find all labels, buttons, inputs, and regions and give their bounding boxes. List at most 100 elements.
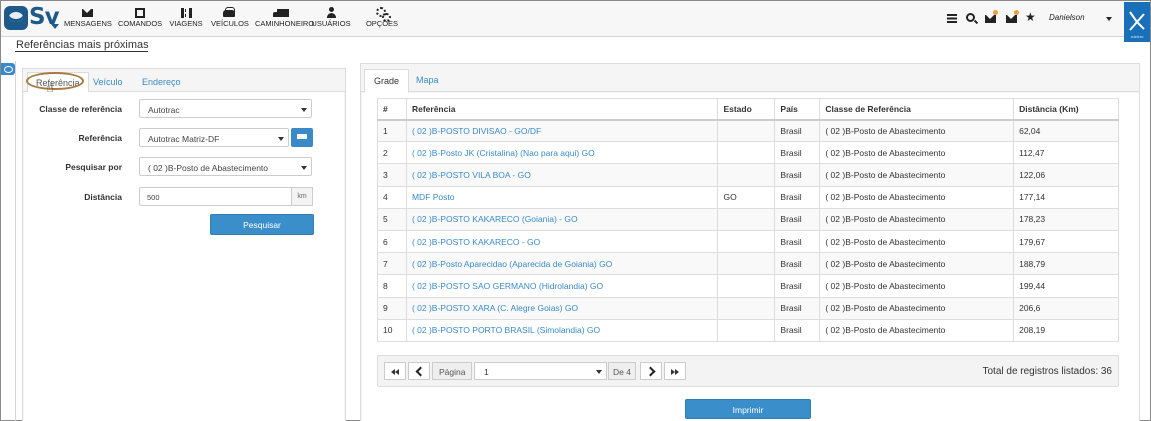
cell-distancia: 177,14: [1013, 185, 1119, 209]
nav-caminhoneiro[interactable]: CAMINHONEIRO: [255, 6, 314, 32]
cell-pais: Brasil: [774, 118, 821, 143]
cell-referencia[interactable]: ( 02 )B-POSTO SAO GERMANO (Hidrolandia) …: [405, 274, 719, 298]
cell-classe: ( 02 )B-Posto de Abastecimento: [819, 229, 1015, 254]
cell-distancia: 179,67: [1013, 229, 1119, 254]
col-pais[interactable]: País: [774, 98, 821, 121]
brand-logo: autotrac: [1124, 2, 1150, 42]
cell-pais: Brasil: [774, 163, 821, 187]
envelope-icon: [81, 9, 93, 17]
table-row[interactable]: 2( 02 )B-Posto JK (Cristalina) (Nao para…: [377, 141, 1119, 165]
page-count: De 4: [608, 362, 636, 380]
col-distancia[interactable]: Distância (Km): [1013, 98, 1119, 121]
col-estado[interactable]: Estado: [717, 98, 776, 121]
cell-referencia[interactable]: MDF Posto: [405, 185, 719, 209]
cell-referencia[interactable]: ( 02 )B-POSTO KAKARECO - GO: [405, 229, 719, 254]
results-table: # Referência Estado País Classe de Refer…: [377, 98, 1119, 342]
next-page-button[interactable]: [640, 362, 662, 380]
table-row[interactable]: 8( 02 )B-POSTO SAO GERMANO (Hidrolandia)…: [377, 274, 1119, 298]
classe-label: Classe de referência: [39, 104, 122, 114]
table-row[interactable]: 5( 02 )B-POSTO KAKARECO (Goiania) - GO Br…: [377, 207, 1119, 231]
nav-opcoes-label: OPÇÕES: [365, 19, 399, 28]
search-button[interactable]: [966, 12, 978, 24]
nav-veiculos[interactable]: VEÍCULOS: [211, 6, 249, 32]
nav-usuarios[interactable]: USUÁRIOS: [306, 6, 356, 32]
tab-grade[interactable]: Grade: [364, 69, 410, 93]
col-index[interactable]: #: [377, 98, 407, 121]
nav-viagens[interactable]: VIAGENS: [169, 6, 203, 32]
chevron-down-icon: [278, 137, 284, 141]
tab-endereco[interactable]: Endereço: [134, 72, 189, 93]
brand-text: autotrac: [1130, 35, 1144, 39]
road-icon: [180, 8, 192, 18]
nav-comandos[interactable]: COMANDOS: [118, 6, 162, 32]
table-row[interactable]: 9( 02 )B-POSTO XARA (C. Alegre Goias) GO…: [377, 296, 1119, 320]
app-logo[interactable]: Sv: [4, 4, 60, 34]
cell-estado: [717, 296, 776, 320]
table-row[interactable]: 4 MDF Posto GO Brasil( 02 )B-Posto de Abast…: [377, 185, 1119, 209]
notifications-button[interactable]: [1006, 10, 1019, 24]
cell-distancia: 199,44: [1013, 274, 1119, 298]
col-classe[interactable]: Classe de Referência: [819, 98, 1015, 121]
pesquisar-select[interactable]: ( 02 )B-Posto de Abastecimento: [139, 157, 312, 176]
nav-mensagens-label: MENSAGENS: [64, 19, 112, 28]
grid-view: # Referência Estado País Classe de Refer…: [362, 93, 1139, 421]
cell-index: 9: [377, 296, 407, 320]
table-row[interactable]: 1( 02 )B-POSTO DIVISAO - GO/DF Brasil( 02…: [377, 118, 1119, 143]
cell-index: 8: [377, 274, 407, 298]
cell-distancia: 208,19: [1013, 318, 1119, 342]
cell-pais: Brasil: [774, 252, 821, 276]
cell-distancia: 112,47: [1013, 141, 1119, 165]
cell-referencia[interactable]: ( 02 )B-POSTO VILA BOA - GO: [405, 163, 719, 187]
nav-mensagens[interactable]: MENSAGENS: [64, 6, 112, 32]
pesquisar-button[interactable]: Pesquisar: [210, 214, 314, 235]
distancia-input[interactable]: 500: [139, 187, 291, 206]
distancia-unit: km: [291, 187, 313, 206]
page-title: Referências mais próximas: [16, 39, 149, 51]
cell-classe: ( 02 )B-Posto de Abastecimento: [819, 252, 1015, 276]
user-name[interactable]: Danielson: [1049, 13, 1085, 22]
cell-classe: ( 02 )B-Posto de Abastecimento: [819, 207, 1015, 231]
cell-referencia[interactable]: ( 02 )B-POSTO DIVISAO - GO/DF: [405, 118, 719, 143]
user-dropdown-icon[interactable]: [1106, 17, 1112, 21]
table-row[interactable]: 7( 02 )B-Posto Aparecidao (Aparecida de …: [377, 252, 1119, 276]
imprimir-button[interactable]: Imprimir: [685, 399, 811, 419]
cell-classe: ( 02 )B-Posto de Abastecimento: [819, 296, 1015, 320]
distancia-label: Distância: [84, 192, 122, 202]
tab-veiculo[interactable]: Veículo: [85, 72, 131, 93]
table-row[interactable]: 10( 02 )B-POSTO PORTO BRASIL (Simolandia…: [377, 318, 1119, 342]
table-row[interactable]: 6( 02 )B-POSTO KAKARECO - GO Brasil( 02 )…: [377, 229, 1119, 254]
cell-referencia[interactable]: ( 02 )B-POSTO XARA (C. Alegre Goias) GO: [405, 296, 719, 320]
prev-page-button[interactable]: [408, 362, 430, 380]
cell-referencia[interactable]: ( 02 )B-POSTO PORTO BRASIL (Simolandia) …: [405, 318, 719, 342]
list-button[interactable]: [947, 12, 959, 24]
cell-referencia[interactable]: ( 02 )B-Posto Aparecidao (Aparecida de G…: [405, 252, 719, 276]
cell-classe: ( 02 )B-Posto de Abastecimento: [819, 274, 1015, 298]
nav-viagens-label: VIAGENS: [169, 19, 203, 28]
chevron-down-icon: [301, 108, 307, 112]
eye-toggle-icon[interactable]: [1, 63, 15, 75]
cell-referencia[interactable]: ( 02 )B-Posto JK (Cristalina) (Nao para …: [405, 141, 719, 165]
car-icon: [223, 7, 235, 17]
referencia-list-button[interactable]: [291, 128, 313, 147]
cell-distancia: 62,04: [1013, 118, 1119, 143]
mail-icon: [985, 15, 996, 23]
cell-distancia: 122,06: [1013, 163, 1119, 187]
last-page-button[interactable]: [664, 362, 686, 380]
pesquisar-value: ( 02 )B-Posto de Abastecimento: [148, 163, 269, 173]
classe-value: Autotrac: [148, 105, 180, 115]
first-page-button[interactable]: [384, 362, 406, 380]
nav-opcoes[interactable]: OPÇÕES: [365, 6, 399, 32]
referencia-value: Autotrac Matriz-DF: [148, 134, 220, 144]
cell-estado: [717, 229, 776, 254]
table-row[interactable]: 3( 02 )B-POSTO VILA BOA - GO Brasil( 02 )…: [377, 163, 1119, 187]
page-select[interactable]: 1: [474, 362, 607, 380]
col-referencia[interactable]: Referência: [405, 98, 719, 121]
classe-select[interactable]: Autotrac: [139, 99, 312, 118]
favorites-button[interactable]: ★: [1025, 11, 1037, 23]
referencia-select[interactable]: Autotrac Matriz-DF: [139, 128, 289, 147]
cell-referencia[interactable]: ( 02 )B-POSTO KAKARECO (Goiania) - GO: [405, 207, 719, 231]
cell-estado: [717, 163, 776, 187]
messages-button[interactable]: [985, 10, 998, 24]
tab-mapa[interactable]: Mapa: [407, 69, 448, 93]
cell-index: 2: [377, 141, 407, 165]
